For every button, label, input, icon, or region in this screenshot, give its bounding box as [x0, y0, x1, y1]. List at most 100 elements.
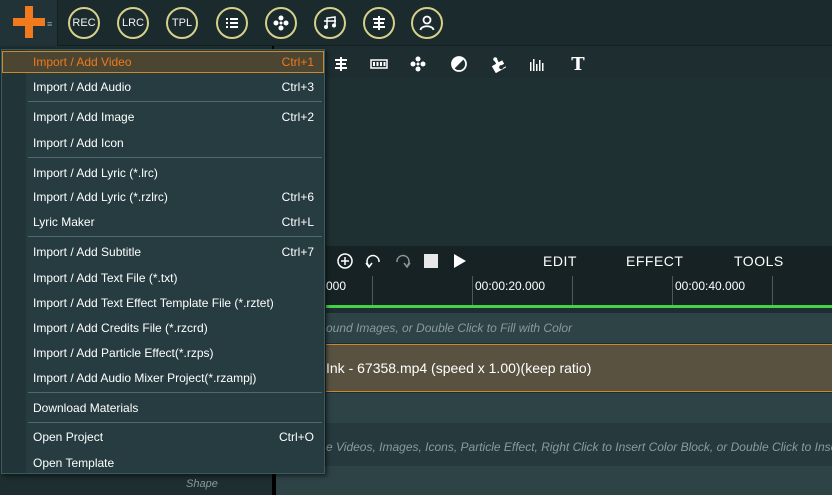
redo-icon[interactable] — [393, 252, 411, 270]
menu-item-import-particle-effect[interactable]: Import / Add Particle Effect(*.rzps) — [2, 342, 324, 364]
menu-item-label: Import / Add Lyric (*.lrc) — [33, 166, 158, 180]
menu-item-label: Download Materials — [33, 401, 139, 415]
menu-item-shortcut: Ctrl+L — [281, 215, 314, 229]
menu-item-import-lyric-lrc[interactable]: Import / Add Lyric (*.lrc) — [2, 162, 324, 184]
transport-bar: EDIT EFFECT TOOLS — [326, 246, 832, 276]
tool-icon-row: T — [326, 50, 832, 78]
ruler-label: 00:00:40.000 — [675, 279, 746, 293]
menu-separator — [28, 422, 322, 423]
music-notes-icon — [324, 16, 336, 29]
menu-item-import-audio[interactable]: Import / Add Audio Ctrl+3 — [2, 76, 324, 98]
undo-icon[interactable] — [365, 252, 383, 270]
menu-separator — [28, 236, 322, 237]
menu-separator — [28, 392, 322, 393]
video-clip-track[interactable]: Ink - 67358.mp4 (speed x 1.00)(keep rati… — [326, 344, 832, 392]
menu-item-shortcut: Ctrl+1 — [281, 55, 314, 69]
menu-separator — [28, 157, 322, 158]
battery-tool-icon[interactable] — [368, 54, 390, 74]
menu-item-shortcut: Ctrl+O — [278, 430, 314, 444]
flower-icon — [273, 15, 289, 31]
menu-item-download-materials[interactable]: Download Materials — [2, 397, 324, 419]
menu-item-label: Import / Add Audio — [33, 80, 132, 94]
menu-item-import-audio-mixer[interactable]: Import / Add Audio Mixer Project(*.rzamp… — [2, 367, 324, 389]
menu-item-import-text-file[interactable]: Import / Add Text File (*.txt) — [2, 267, 324, 289]
lrc-label: LRC — [121, 17, 144, 29]
flower-tool-icon[interactable] — [407, 54, 429, 74]
tab-effect[interactable]: EFFECT — [626, 253, 683, 269]
menu-item-lyric-maker[interactable]: Lyric Maker Ctrl+L — [2, 211, 324, 233]
menu-item-label: Import / Add Credits File (*.rzcrd) — [33, 321, 208, 335]
lrc-button[interactable]: LRC — [117, 7, 149, 39]
menu-item-label: Import / Add Audio Mixer Project(*.rzamp… — [33, 371, 257, 385]
shape-label: Shape — [186, 478, 218, 490]
menu-item-import-video[interactable]: Import / Add Video Ctrl+1 — [2, 51, 324, 73]
menu-item-label: Import / Add Text File (*.txt) — [33, 271, 178, 285]
align-tool-icon[interactable] — [330, 54, 352, 74]
empty-track[interactable] — [326, 393, 832, 423]
main-track-hint: e Videos, Images, Icons, Particle Effect… — [326, 440, 832, 454]
puzzle-tool-icon[interactable] — [487, 54, 509, 74]
menu-item-import-icon[interactable]: Import / Add Icon — [2, 132, 324, 154]
background-track[interactable]: ound Images, or Double Click to Fill wit… — [326, 313, 832, 343]
menu-item-import-image[interactable]: Import / Add Image Ctrl+2 — [2, 106, 324, 128]
video-clip-label: Ink - 67358.mp4 (speed x 1.00)(keep rati… — [326, 360, 592, 376]
add-menu-button[interactable]: ≡ — [0, 0, 58, 46]
top-toolbar: ≡ REC LRC TPL — [0, 0, 832, 46]
menu-item-open-project[interactable]: Open Project Ctrl+O — [2, 426, 324, 448]
user-button[interactable] — [411, 7, 443, 39]
list-icon — [226, 18, 238, 28]
ruler-tick — [572, 276, 573, 305]
ruler-label: 00:00:20.000 — [475, 279, 546, 293]
bottom-track[interactable] — [274, 466, 832, 495]
tab-tools[interactable]: TOOLS — [734, 253, 784, 269]
menu-item-label: Import / Add Video — [33, 55, 132, 69]
menu-item-label: Lyric Maker — [33, 215, 95, 229]
menu-item-import-credits-file[interactable]: Import / Add Credits File (*.rzcrd) — [2, 317, 324, 339]
menu-item-label: Open Template — [33, 456, 115, 470]
ruler-tick — [372, 276, 373, 305]
preview-area[interactable] — [326, 78, 832, 246]
background-track-hint: ound Images, or Double Click to Fill wit… — [326, 321, 573, 335]
menu-item-import-subtitle[interactable]: Import / Add Subtitle Ctrl+7 — [2, 241, 324, 263]
tab-edit[interactable]: EDIT — [543, 253, 577, 269]
tpl-label: TPL — [171, 17, 193, 29]
import-menu: Import / Add Video Ctrl+1 Import / Add A… — [1, 49, 325, 474]
timeline-ruler[interactable]: 000 00:00:20.000 00:00:40.000 — [326, 276, 832, 308]
app-window: Shape ≡ REC LRC TPL T EDIT EFFECT TOOLS … — [0, 0, 832, 495]
text-tool-icon[interactable]: T — [567, 54, 589, 75]
menu-item-label: Import / Add Lyric (*.rzlrc) — [33, 190, 168, 204]
tpl-button[interactable]: TPL — [166, 7, 198, 39]
menu-item-label: Import / Add Particle Effect(*.rzps) — [33, 346, 214, 360]
menu-item-label: Open Project — [33, 430, 104, 444]
stop-icon[interactable] — [422, 252, 440, 270]
ruler-tick — [472, 276, 473, 305]
particle-button[interactable] — [265, 7, 297, 39]
ruler-label: 000 — [326, 279, 347, 293]
menu-item-import-lyric-rzlrc[interactable]: Import / Add Lyric (*.rzlrc) Ctrl+6 — [2, 186, 324, 208]
rec-button[interactable]: REC — [68, 7, 100, 39]
music-button[interactable] — [314, 7, 346, 39]
equalizer-tool-icon[interactable] — [526, 54, 548, 74]
add-circle-icon[interactable] — [336, 252, 354, 270]
main-track[interactable]: e Videos, Images, Icons, Particle Effect… — [326, 423, 832, 466]
align-button[interactable] — [363, 7, 395, 39]
menu-item-import-text-effect-template[interactable]: Import / Add Text Effect Template File (… — [2, 292, 324, 314]
ruler-tick — [672, 276, 673, 305]
user-icon — [419, 15, 435, 31]
menu-item-label: Import / Add Text Effect Template File (… — [33, 296, 274, 310]
menu-item-label: Import / Add Icon — [33, 136, 124, 150]
plus-icon-bar — [13, 18, 45, 26]
menu-item-shortcut: Ctrl+2 — [281, 110, 314, 124]
dropdown-indicator-icon: ≡ — [47, 19, 53, 29]
menu-item-shortcut: Ctrl+3 — [281, 80, 314, 94]
play-icon[interactable] — [450, 252, 468, 270]
rec-label: REC — [72, 17, 96, 29]
list-button[interactable] — [216, 7, 248, 39]
align-icon — [373, 16, 385, 30]
menu-separator — [28, 101, 322, 102]
menu-item-open-template[interactable]: Open Template — [2, 452, 324, 474]
menu-item-label: Import / Add Image — [33, 110, 135, 124]
menu-item-label: Import / Add Subtitle — [33, 245, 142, 259]
contrast-tool-icon[interactable] — [448, 54, 470, 74]
menu-item-shortcut: Ctrl+6 — [281, 190, 314, 204]
